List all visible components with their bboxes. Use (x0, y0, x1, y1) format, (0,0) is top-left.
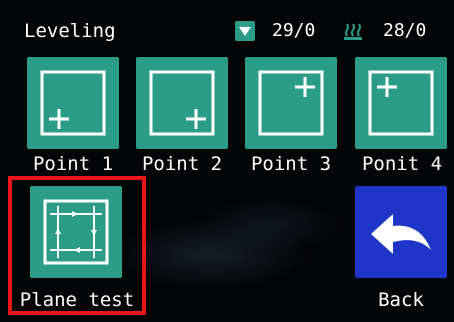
point-3-label: Point 3 (250, 153, 332, 175)
nozzle-temp-icon (235, 21, 255, 41)
page-title: Leveling (24, 20, 116, 42)
point-3-button[interactable] (245, 57, 337, 149)
leveling-screen: Leveling 29/0 28/0 Point 1 Point 2 Point… (0, 0, 454, 322)
back-arrow-icon (371, 214, 431, 254)
bed-temp-value: 28/0 (383, 20, 427, 41)
point-2-label: Point 2 (141, 153, 223, 175)
point-2-button[interactable] (136, 57, 228, 149)
point-1-button[interactable] (27, 57, 119, 149)
point-top-left-icon (368, 70, 434, 136)
selection-highlight (8, 176, 146, 315)
bed-temp-icon (343, 21, 363, 41)
back-label: Back (378, 289, 424, 311)
point-bottom-left-icon (40, 70, 106, 136)
point-1-label: Point 1 (32, 153, 114, 175)
nozzle-temp-value: 29/0 (272, 20, 316, 41)
point-top-right-icon (258, 70, 324, 136)
point-bottom-right-icon (149, 70, 215, 136)
point-4-button[interactable] (355, 57, 447, 149)
point-4-label: Ponit 4 (361, 153, 443, 175)
back-button[interactable] (355, 186, 447, 278)
